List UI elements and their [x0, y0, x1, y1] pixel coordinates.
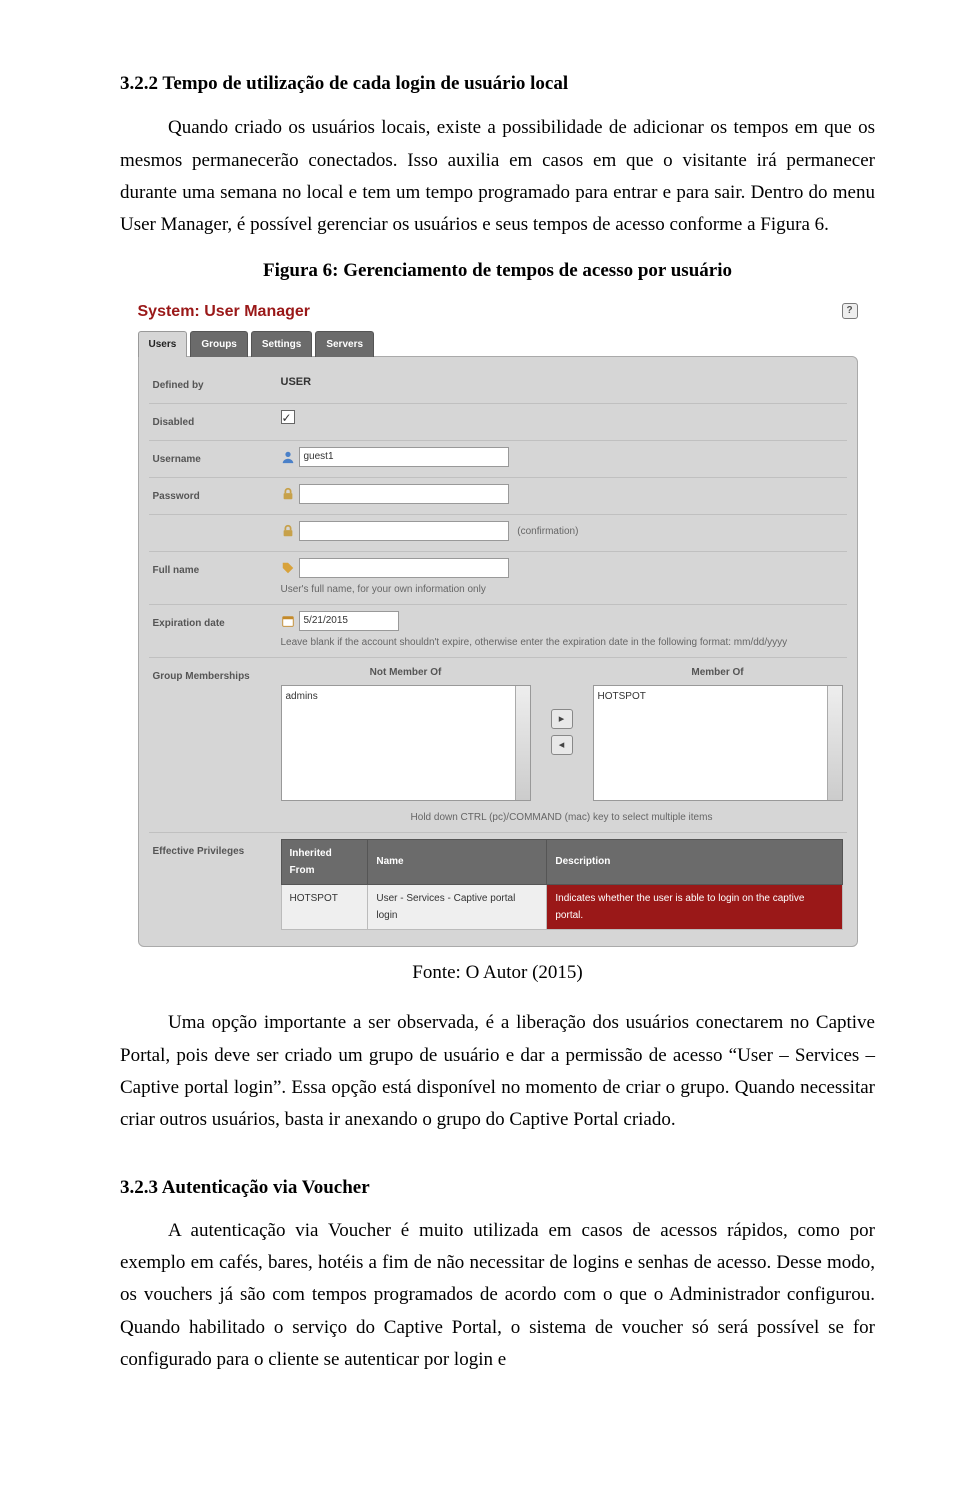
- username-input[interactable]: guest1: [299, 447, 509, 467]
- paragraph-1: Quando criado os usuários locais, existe…: [120, 112, 875, 241]
- figure-source: Fonte: O Autor (2015): [120, 957, 875, 989]
- user-icon: [281, 450, 295, 464]
- calendar-icon: [281, 614, 295, 628]
- tab-users[interactable]: Users: [138, 331, 188, 357]
- cell-inherited: HOTSPOT: [281, 884, 368, 929]
- header-not-member: Not Member Of: [281, 664, 531, 681]
- label-disabled: Disabled: [153, 410, 273, 431]
- tag-icon: [281, 561, 295, 575]
- paragraph-3: A autenticação via Voucher é muito utili…: [120, 1215, 875, 1376]
- list-member-of[interactable]: HOTSPOT: [593, 685, 843, 801]
- label-fullname: Full name: [153, 558, 273, 579]
- row-password: Password: [149, 478, 847, 515]
- row-expiration: Expiration date 5/21/2015 Leave blank if…: [149, 605, 847, 658]
- fullname-hint: User's full name, for your own informati…: [281, 581, 843, 598]
- th-description: Description: [547, 839, 842, 884]
- section-heading-322: 3.2.2 Tempo de utilização de cada login …: [120, 68, 875, 100]
- th-inherited-from: Inherited From: [281, 839, 368, 884]
- password-input[interactable]: [299, 484, 509, 504]
- form-panel: Defined by USER Disabled Username guest1…: [138, 356, 858, 947]
- move-left-button[interactable]: ◂: [551, 735, 573, 755]
- value-defined-by: USER: [281, 373, 843, 392]
- screenshot-title: System: User Manager: [138, 298, 311, 325]
- hold-note: Hold down CTRL (pc)/COMMAND (mac) key to…: [281, 809, 843, 826]
- label-groups: Group Memberships: [153, 664, 273, 826]
- label-effective-privileges: Effective Privileges: [153, 839, 273, 930]
- figure-caption: Figura 6: Gerenciamento de tempos de ace…: [120, 255, 875, 287]
- lock-icon: [281, 487, 295, 501]
- label-password: Password: [153, 484, 273, 505]
- label-username: Username: [153, 447, 273, 468]
- help-icon[interactable]: ?: [842, 303, 858, 319]
- header-member-of: Member Of: [593, 664, 843, 681]
- disabled-checkbox[interactable]: [281, 410, 295, 424]
- row-disabled: Disabled: [149, 404, 847, 441]
- expiration-input[interactable]: 5/21/2015: [299, 611, 399, 631]
- row-password-confirm: (confirmation): [149, 515, 847, 552]
- label-defined-by: Defined by: [153, 373, 273, 394]
- cell-priv-description: Indicates whether the user is able to lo…: [547, 884, 842, 929]
- confirm-hint: (confirmation): [517, 526, 578, 537]
- row-groups: Group Memberships Not Member Of admins ▸…: [149, 658, 847, 833]
- swap-buttons: ▸ ◂: [551, 709, 573, 755]
- label-expiration: Expiration date: [153, 611, 273, 632]
- paragraph-2: Uma opção importante a ser observada, é …: [120, 1007, 875, 1136]
- row-effective-privileges: Effective Privileges Inherited From Name…: [149, 833, 847, 936]
- table-header-row: Inherited From Name Description: [281, 839, 842, 884]
- row-fullname: Full name User's full name, for your own…: [149, 552, 847, 605]
- row-username: Username guest1: [149, 441, 847, 478]
- dual-listbox: Not Member Of admins ▸ ◂ Member Of HOTSP…: [281, 664, 843, 801]
- row-defined-by: Defined by USER: [149, 367, 847, 404]
- lock-icon-confirm: [281, 524, 295, 538]
- fullname-input[interactable]: [299, 558, 509, 578]
- label-empty-confirm: [153, 521, 273, 525]
- th-name: Name: [368, 839, 547, 884]
- screenshot-title-bar: System: User Manager ?: [138, 294, 858, 331]
- move-right-button[interactable]: ▸: [551, 709, 573, 729]
- table-row: HOTSPOT User - Services - Captive portal…: [281, 884, 842, 929]
- password-confirm-input[interactable]: [299, 521, 509, 541]
- tab-settings[interactable]: Settings: [251, 331, 312, 357]
- document-page: 3.2.2 Tempo de utilização de cada login …: [0, 0, 960, 1450]
- figure-screenshot: System: User Manager ? Users Groups Sett…: [138, 294, 858, 947]
- tab-groups[interactable]: Groups: [190, 331, 248, 357]
- privileges-table: Inherited From Name Description HOTSPOT …: [281, 839, 843, 930]
- tab-servers[interactable]: Servers: [315, 331, 374, 357]
- tab-bar: Users Groups Settings Servers: [138, 331, 858, 357]
- list-not-member[interactable]: admins: [281, 685, 531, 801]
- section-heading-323: 3.2.3 Autenticação via Voucher: [120, 1172, 875, 1204]
- expiration-hint: Leave blank if the account shouldn't exp…: [281, 634, 843, 651]
- cell-priv-name: User - Services - Captive portal login: [368, 884, 547, 929]
